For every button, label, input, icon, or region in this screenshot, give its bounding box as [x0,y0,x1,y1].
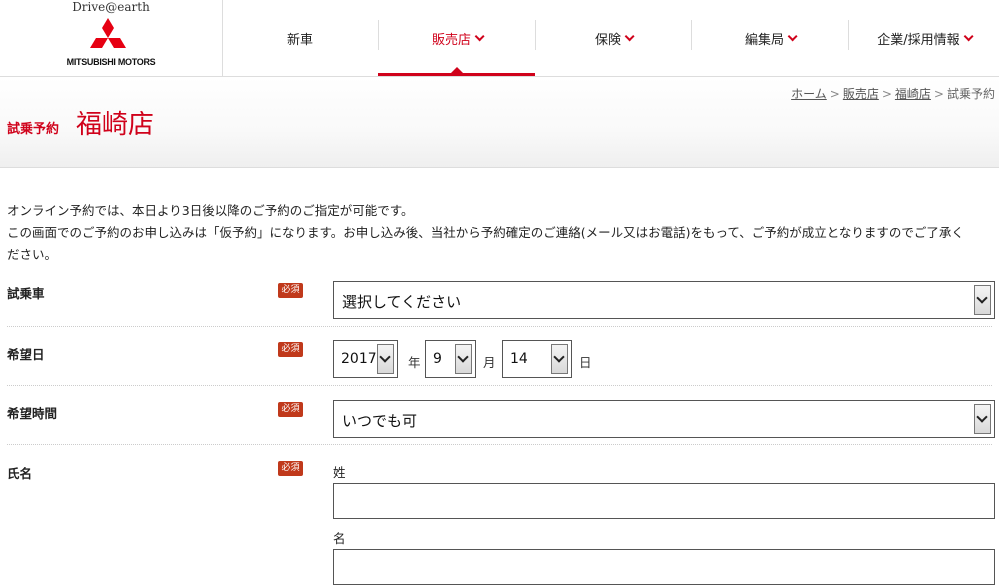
tagline: Drive@earth [72,0,150,14]
month-select-value: 9 [433,351,442,367]
nav-divider [378,20,379,50]
time-label: 希望時間 [7,406,58,421]
car-select[interactable]: 選択してください [333,281,995,319]
time-select[interactable]: いつでも可 [333,400,995,438]
first-name-input[interactable] [333,549,995,585]
nav-label: 新車 [286,32,313,48]
chevron-down-icon [974,404,991,434]
breadcrumb-separator: > [881,87,892,101]
site-header: Drive@earth MITSUBISHI MOTORS 新車 販売店 保険 … [0,0,999,77]
day-select-value: 14 [510,351,528,367]
page-title: 福崎店 [76,110,155,140]
month-unit: 月 [483,355,496,370]
chevron-down-icon [624,30,635,41]
nav-divider [535,20,536,50]
name-label: 氏名 [7,466,33,481]
day-unit: 日 [579,355,592,370]
mitsubishi-logo-icon [90,18,126,48]
nav-label: 企業/採用情報 [877,32,960,48]
intro-text: オンライン予約では、本日より3日後以降のご予約のご指定が可能です。 この画面での… [7,200,992,266]
time-select-value: いつでも可 [342,412,418,430]
breadcrumb: ホーム > 販売店 > 福崎店 > 試乗予約 [791,85,995,102]
chevron-down-icon [377,344,394,374]
breadcrumb-separator: > [829,87,840,101]
chevron-down-icon [787,30,798,41]
nav-item-henshukyoku[interactable]: 編集局 [691,0,848,76]
nav-item-hanbaiten[interactable]: 販売店 [378,0,535,76]
month-select[interactable]: 9 [425,340,476,378]
day-select[interactable]: 14 [502,340,572,378]
breadcrumb-current: 試乗予約 [946,87,995,101]
nav-divider [691,20,692,50]
nav-divider [848,20,849,50]
date-label: 希望日 [7,347,45,362]
nav-label: 編集局 [744,32,784,48]
intro-line: この画面でのご予約のお申し込みは「仮予約」になります。お申し込み後、当社から予約… [7,225,964,240]
car-label: 試乗車 [7,286,45,301]
required-badge: 必須 [278,402,303,417]
chevron-down-icon [474,30,485,41]
last-name-input[interactable] [333,483,995,519]
global-nav: 新車 販売店 保険 編集局 企業/採用情報 [222,0,999,76]
nav-label: 保険 [594,32,621,48]
logo[interactable]: Drive@earth MITSUBISHI MOTORS [0,0,223,76]
year-select[interactable]: 2017 [333,340,398,378]
chevron-down-icon [974,285,991,315]
year-unit: 年 [408,355,421,370]
year-select-value: 2017 [341,351,377,367]
chevron-down-icon [455,344,472,374]
breadcrumb-store[interactable]: 福崎店 [895,87,931,101]
nav-label: 販売店 [431,32,471,48]
page-subtitle: 試乗予約 [7,122,60,137]
required-badge: 必須 [278,342,303,357]
nav-item-kigyo[interactable]: 企業/採用情報 [848,0,999,76]
nav-item-hoken[interactable]: 保険 [535,0,691,76]
intro-line: オンライン予約では、本日より3日後以降のご予約のご指定が可能です。 [7,203,414,218]
breadcrumb-dealers[interactable]: 販売店 [843,87,879,101]
chevron-down-icon [963,30,974,41]
first-name-label: 名 [333,531,346,546]
breadcrumb-separator: > [933,87,944,101]
intro-line: ださい。 [7,247,58,262]
brand-name: MITSUBISHI MOTORS [66,57,156,67]
last-name-label: 姓 [333,465,346,480]
nav-item-shinsha[interactable]: 新車 [222,0,378,76]
required-badge: 必須 [278,283,303,298]
car-select-value: 選択してください [342,293,462,311]
active-underline [378,73,535,76]
form-row-date: 希望日 必須 [7,327,992,386]
chevron-down-icon [551,344,568,374]
required-badge: 必須 [278,461,303,476]
breadcrumb-home[interactable]: ホーム [791,87,827,101]
